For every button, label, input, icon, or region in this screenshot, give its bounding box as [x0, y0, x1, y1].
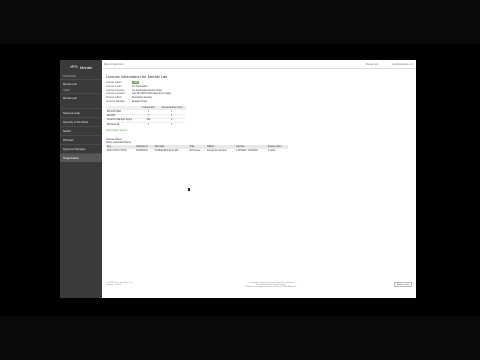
- table-row: Z2XX-XXXX-XXXX 01/28/2019 01/28/2019 8:4…: [106, 148, 288, 153]
- license-fields: License status OK License model Co-termi…: [106, 81, 406, 103]
- content: License information for Meraki Lab Licen…: [106, 74, 406, 153]
- licensed-devices-link[interactable]: Co-termination license limits: [132, 89, 162, 92]
- field-license-model: License model Co-termination: [106, 84, 148, 88]
- network-selector[interactable]: Meraki Lab: [366, 63, 378, 66]
- sidebar-item-organization[interactable]: Organization: [60, 153, 102, 162]
- table-row: Wireless AP 1 1: [106, 121, 186, 127]
- letterbox-top: [0, 0, 480, 44]
- page-title: License information for Meraki Lab: [106, 74, 168, 79]
- license-limits-table: License limit Current device count MX-EN…: [106, 106, 186, 127]
- sidebar-item-wireless[interactable]: Wireless: [60, 135, 102, 144]
- field-license-status: License status OK: [106, 81, 140, 85]
- license-history-table: Key Claimed on Start date Type Edition D…: [106, 145, 288, 153]
- top-bar: Back to dashboard Meraki Lab user@exampl…: [102, 60, 416, 69]
- user-menu[interactable]: user@example.com: [392, 63, 414, 66]
- mouse-cursor: [188, 188, 190, 191]
- sidebar-item-switch[interactable]: Switch: [60, 126, 102, 135]
- app-window: Meraki NETWORK Meraki Lab VIEW Meraki La…: [60, 60, 416, 298]
- logo[interactable]: Meraki: [60, 60, 102, 74]
- footer-links[interactable]: Privacy · Terms: [106, 284, 166, 286]
- letterbox-bottom: [0, 316, 480, 360]
- license-model-link[interactable]: Co-termination: [132, 85, 148, 88]
- footer-session-info: Last login: today from your current IP a…: [245, 282, 297, 288]
- cisco-logo-icon: [69, 65, 78, 68]
- make-a-wish-button[interactable]: Make a wish: [393, 282, 412, 288]
- brand-name: Meraki: [79, 64, 92, 70]
- field-product-edition: Product edition Enterprise Security: [106, 96, 153, 100]
- sidebar-network-select[interactable]: Meraki Lab: [60, 79, 102, 88]
- footer-left: © 2019 Cisco Systems, Inc. Privacy · Ter…: [106, 282, 166, 286]
- field-licensed-devices: Licensed devices Co-termination license …: [106, 88, 162, 92]
- field-license-expiration: License expiration Jan 28, 2024 (1923 da…: [106, 92, 172, 96]
- sidebar: Meraki NETWORK Meraki Lab VIEW Meraki La…: [60, 60, 102, 298]
- sidebar-item-network-wide[interactable]: Network-wide: [60, 108, 102, 117]
- status-badge: OK: [132, 81, 140, 85]
- history-expand-link[interactable]: Show expanded history: [106, 141, 406, 144]
- sidebar-item-systems-manager[interactable]: Systems Manager: [60, 144, 102, 153]
- main-area: Back to dashboard Meraki Lab user@exampl…: [102, 60, 416, 298]
- sidebar-view-select[interactable]: Meraki Lab: [60, 93, 102, 102]
- back-link[interactable]: Back to dashboard: [104, 63, 124, 66]
- add-license-link[interactable]: Add another license: [106, 129, 406, 132]
- field-systems-manager: Systems Manager Enabled (free): [106, 99, 148, 103]
- sidebar-item-security[interactable]: Security & SD-WAN: [60, 117, 102, 126]
